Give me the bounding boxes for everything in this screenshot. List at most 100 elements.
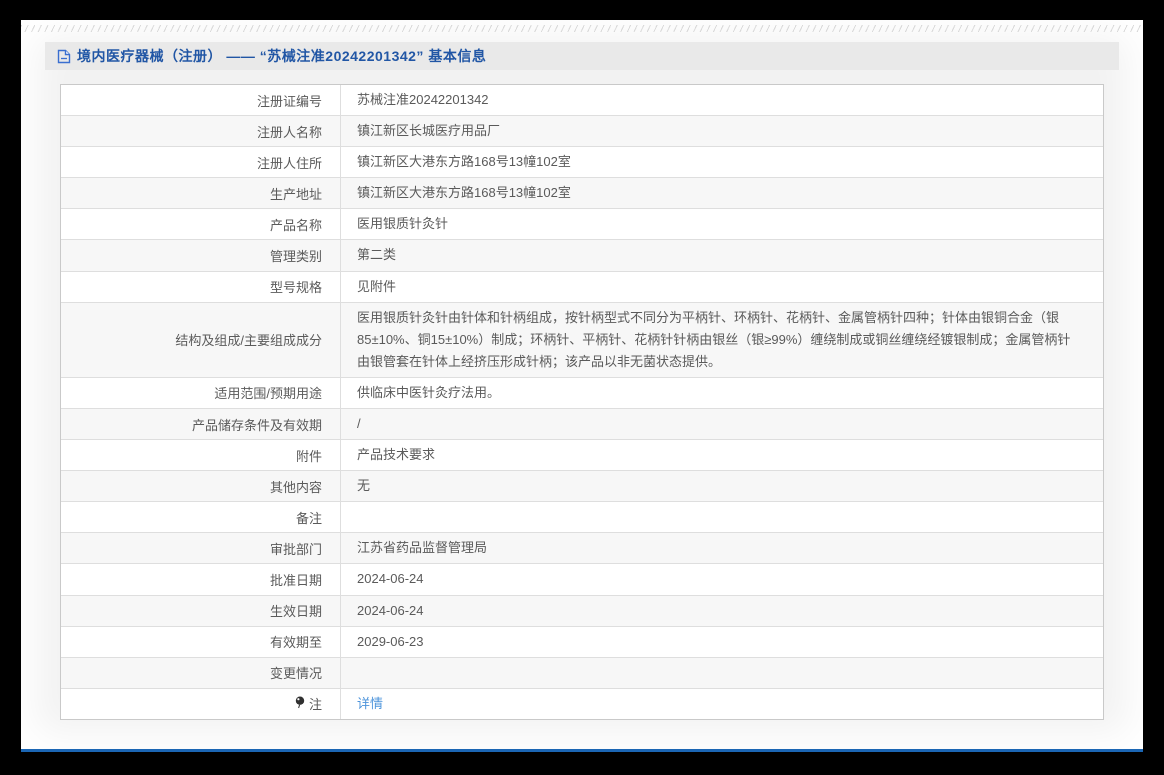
row-label-text: 变更情况: [269, 666, 322, 682]
row-value-text: 2024-06-24: [357, 571, 424, 587]
row-label-text: 附件: [295, 448, 322, 464]
hatch-texture-band: [21, 25, 1143, 32]
row-label-text: 生产地址: [269, 186, 322, 202]
row-label-text: 产品储存条件及有效期: [191, 417, 322, 433]
row-value: 2024-06-24: [341, 596, 1103, 626]
row-label-text: 管理类别: [269, 249, 322, 265]
row-value: 江苏省药品监督管理局: [341, 533, 1103, 563]
row-label-text: 结构及组成/主要组成成分: [175, 333, 322, 349]
table-row: 备注: [61, 502, 1103, 534]
row-value: 医用银质针灸针: [341, 209, 1103, 239]
row-value-text: 镇江新区大港东方路168号13幢102室: [357, 154, 571, 170]
table-row: 适用范围/预期用途 供临床中医针灸疗法用。: [61, 377, 1103, 410]
row-value-text: 供临床中医针灸疗法用。: [357, 384, 501, 400]
row-value-text: 2029-06-23: [357, 633, 424, 649]
row-label-text: 产品名称: [269, 217, 322, 233]
row-label-text: 审批部门: [269, 541, 322, 557]
row-label: 附件: [61, 440, 341, 471]
row-value: 镇江新区大港东方路168号13幢102室: [341, 147, 1103, 177]
row-value: 第二类: [341, 240, 1103, 270]
row-label: 批准日期: [61, 564, 341, 595]
detail-link[interactable]: 详情: [357, 693, 383, 715]
row-label: 结构及组成/主要组成成分: [61, 302, 341, 377]
row-label: 适用范围/预期用途: [61, 377, 341, 409]
row-label: 注册人住所: [61, 147, 341, 178]
table-row: 注册人名称 镇江新区长城医疗用品厂: [61, 116, 1103, 148]
row-value: 见附件: [341, 272, 1103, 302]
row-value-text: 苏械注准20242201342: [357, 92, 489, 107]
table-row: 产品储存条件及有效期 /: [61, 409, 1103, 441]
row-label: 注册人名称: [61, 116, 341, 147]
row-value-text: 江苏省药品监督管理局: [357, 540, 488, 556]
row-label-text: 其他内容: [269, 479, 322, 495]
row-label: 型号规格: [61, 271, 341, 302]
row-value-text: 产品技术要求: [357, 447, 436, 463]
row-value: 镇江新区长城医疗用品厂: [341, 116, 1103, 146]
row-value: [341, 658, 1103, 688]
row-label-text: 生效日期: [269, 604, 322, 620]
table-row: 产品名称 医用银质针灸针: [61, 209, 1103, 241]
row-label-text: 注: [308, 697, 322, 713]
row-value-text: 无: [357, 478, 371, 494]
row-label: 管理类别: [61, 240, 341, 271]
page-background: 境内医疗器械（注册） —— “苏械注准20242201342” 基本信息 注册证…: [21, 20, 1143, 749]
row-value-text: 医用银质针灸针: [357, 216, 449, 232]
table-row: 有效期至 2029-06-23: [61, 626, 1103, 658]
row-label: 产品名称: [61, 209, 341, 240]
row-value: 详情: [341, 689, 1103, 719]
row-value: 2024-06-24: [341, 564, 1103, 594]
table-row: 注册人住所 镇江新区大港东方路168号13幢102室: [61, 147, 1103, 179]
row-value-text: 2024-06-24: [357, 602, 424, 618]
table-row: 注册证编号 苏械注准20242201342: [61, 85, 1103, 117]
row-label-text: 批准日期: [269, 572, 322, 588]
row-value-text: 镇江新区长城医疗用品厂: [357, 123, 501, 139]
table-row: 结构及组成/主要组成成分 医用银质针灸针由针体和针柄组成，按针柄型式不同分为平柄针…: [61, 302, 1103, 378]
row-label: 生效日期: [61, 595, 341, 626]
table-row: 生效日期 2024-06-24: [61, 595, 1103, 627]
row-label-text: 有效期至: [269, 635, 322, 651]
row-value: 医用银质针灸针由针体和针柄组成，按针柄型式不同分为平柄针、环柄针、花柄针、金属管…: [341, 303, 1103, 377]
document-icon: [57, 49, 71, 64]
row-label: 有效期至: [61, 626, 341, 657]
table-row: 管理类别 第二类: [61, 240, 1103, 272]
row-label-text: 注册证编号: [256, 93, 322, 109]
row-value: 2029-06-23: [341, 627, 1103, 657]
row-label: 注: [61, 688, 341, 719]
row-label: 产品储存条件及有效期: [61, 409, 341, 440]
table-row: 其他内容 无: [61, 471, 1103, 503]
table-row: 型号规格 见附件: [61, 271, 1103, 303]
page-title: 境内医疗器械（注册） —— “苏械注准20242201342” 基本信息: [77, 48, 487, 64]
row-label-text: 备注: [295, 510, 322, 526]
row-label: 生产地址: [61, 178, 341, 209]
row-value: 产品技术要求: [341, 440, 1103, 470]
table-row: 附件 产品技术要求: [61, 440, 1103, 472]
row-label-text: 注册人住所: [256, 155, 322, 171]
row-value: 无: [341, 471, 1103, 501]
row-label-text: 注册人名称: [256, 124, 322, 140]
row-value: 供临床中医针灸疗法用。: [341, 378, 1103, 408]
row-label: 其他内容: [61, 471, 341, 502]
row-value-text: 第二类: [357, 247, 397, 263]
registration-info-table: 注册证编号 苏械注准20242201342 注册人名称 镇江新区长城医疗用品厂注册人住…: [60, 84, 1104, 720]
row-value-text: /: [357, 416, 361, 432]
footer-accent-line: [21, 749, 1143, 752]
row-label-text: 型号规格: [269, 280, 322, 296]
row-label: 注册证编号: [61, 85, 341, 116]
row-value: 苏械注准20242201342: [341, 85, 1103, 115]
row-value-text: 镇江新区大港东方路168号13幢102室: [357, 185, 571, 201]
row-value: [341, 502, 1103, 532]
balloon-icon: [295, 696, 305, 712]
row-label: 审批部门: [61, 533, 341, 564]
row-label: 变更情况: [61, 657, 341, 688]
table-row: 生产地址 镇江新区大港东方路168号13幢102室: [61, 178, 1103, 210]
row-label: 备注: [61, 502, 341, 533]
table-row: 批准日期 2024-06-24: [61, 564, 1103, 596]
page-header: 境内医疗器械（注册） —— “苏械注准20242201342” 基本信息: [45, 42, 1119, 70]
table-row: 审批部门 江苏省药品监督管理局: [61, 533, 1103, 565]
table-row: 注 详情: [61, 688, 1103, 719]
row-value-text: 医用银质针灸针由针体和针柄组成，按针柄型式不同分为平柄针、环柄针、花柄针、金属管…: [357, 309, 1071, 369]
table-row: 变更情况: [61, 657, 1103, 689]
row-value: /: [341, 409, 1103, 439]
row-label-text: 适用范围/预期用途: [214, 386, 322, 402]
row-value: 镇江新区大港东方路168号13幢102室: [341, 178, 1103, 208]
